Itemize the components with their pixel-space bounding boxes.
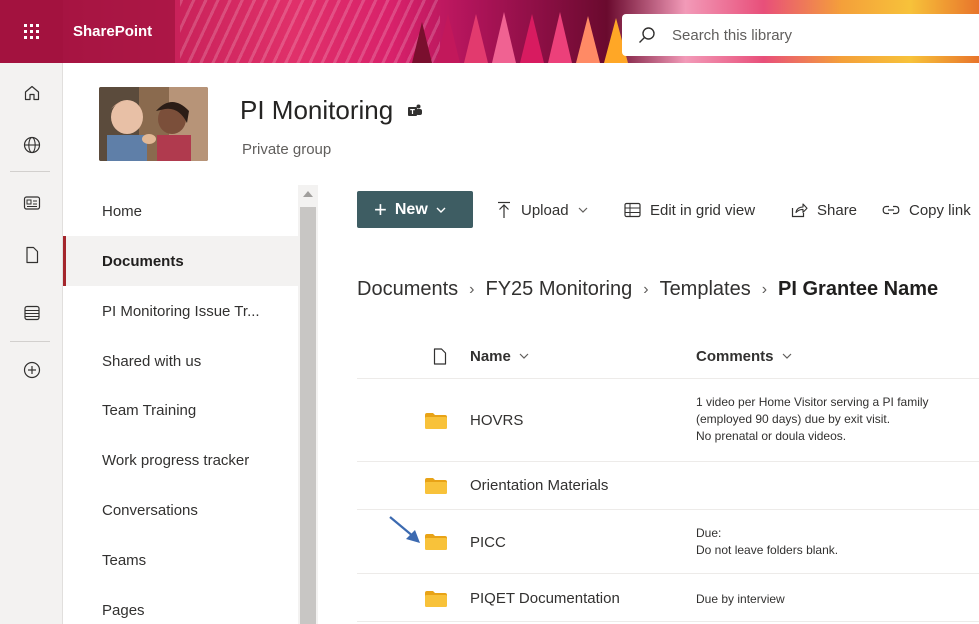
list-icon — [23, 305, 40, 321]
chevron-right-icon: › — [469, 280, 475, 298]
globe-icon — [23, 136, 40, 154]
upload-button[interactable]: Upload — [496, 191, 588, 229]
new-button[interactable]: + New — [357, 191, 473, 228]
nav-scrollbar[interactable] — [298, 185, 318, 624]
chevron-right-icon: › — [761, 280, 768, 298]
breadcrumb-item[interactable]: FY25 Monitoring — [485, 278, 632, 301]
file-comment: Due by interview — [696, 591, 976, 608]
create-button[interactable] — [0, 350, 63, 390]
app-brand-link[interactable]: SharePoint — [63, 0, 175, 63]
folder-icon[interactable] — [425, 413, 447, 429]
search-box[interactable]: Search this library — [622, 14, 979, 56]
left-navigation: Home Documents PI Monitoring Issue Tr...… — [63, 185, 298, 624]
file-type-column-header[interactable] — [425, 333, 447, 379]
breadcrumb-item[interactable]: Templates — [660, 278, 751, 301]
file-name[interactable]: PICC — [470, 534, 506, 551]
waffle-icon — [24, 24, 39, 39]
folder-icon[interactable] — [425, 534, 447, 550]
file-comment: 1 video per Home Visitor serving a PI fa… — [696, 394, 976, 445]
sites-button[interactable] — [0, 125, 63, 165]
nav-item-work-progress-tracker[interactable]: Work progress tracker — [63, 435, 298, 485]
app-bar — [0, 63, 63, 624]
comments-column-label: Comments — [696, 347, 774, 365]
comments-column-header[interactable]: Comments — [696, 333, 792, 379]
site-title[interactable]: PI Monitoring — [240, 95, 423, 126]
table-row[interactable]: PIQET Documentation Due by interview — [357, 574, 979, 622]
folder-icon[interactable] — [425, 591, 447, 607]
site-logo-image — [99, 87, 208, 161]
site-subtitle: Private group — [242, 141, 332, 158]
app-launcher-button[interactable] — [0, 0, 63, 63]
breadcrumb-current: PI Grantee Name — [778, 278, 939, 300]
comment-line: Do not leave folders blank. — [696, 543, 839, 557]
appbar-divider — [10, 171, 50, 172]
nav-item-issue-tracker[interactable]: PI Monitoring Issue Tr... — [63, 286, 298, 336]
crayon-banner-image — [412, 12, 628, 63]
name-column-label: Name — [470, 347, 511, 365]
copy-link-label: Copy link — [909, 201, 971, 219]
table-row[interactable]: Orientation Materials — [357, 462, 979, 510]
table-row[interactable]: PICC Due: Do not leave folders blank. — [357, 510, 979, 574]
chevron-down-icon — [519, 353, 529, 359]
file-name[interactable]: PIQET Documentation — [470, 590, 620, 607]
home-icon — [24, 85, 39, 101]
teams-icon[interactable] — [407, 103, 423, 119]
upload-icon — [498, 201, 510, 218]
nav-item-conversations[interactable]: Conversations — [63, 485, 298, 535]
share-icon — [791, 203, 808, 218]
grid-icon — [624, 202, 641, 218]
news-icon — [23, 196, 40, 210]
file-type-icon — [433, 347, 447, 365]
upload-label: Upload — [521, 201, 569, 219]
chevron-down-icon — [782, 353, 791, 359]
chevron-down-icon — [578, 207, 587, 213]
file-comment: Due: Do not leave folders blank. — [696, 525, 976, 559]
nav-item-teams[interactable]: Teams — [63, 535, 298, 585]
file-name[interactable]: Orientation Materials — [470, 477, 608, 494]
table-row[interactable]: HOVRS 1 video per Home Visitor serving a… — [357, 379, 979, 462]
search-placeholder: Search this library — [672, 26, 793, 44]
link-icon — [882, 205, 900, 215]
comment-line: (employed 90 days) due by exit visit. — [696, 412, 891, 426]
chevron-right-icon: › — [643, 280, 649, 298]
appbar-divider — [10, 341, 50, 342]
scrollbar-thumb[interactable] — [300, 207, 316, 624]
nav-item-shared-with-us[interactable]: Shared with us — [63, 336, 298, 386]
site-title-text: PI Monitoring — [240, 95, 394, 125]
add-icon — [23, 361, 40, 379]
nav-item-home[interactable]: Home — [63, 186, 298, 236]
news-button[interactable] — [0, 183, 63, 223]
header-banner-pattern — [180, 0, 440, 63]
comment-line: 1 video per Home Visitor serving a PI fa… — [696, 395, 929, 409]
nav-item-documents[interactable]: Documents — [63, 236, 298, 286]
annotation-arrow-icon — [389, 516, 420, 543]
share-label: Share — [817, 201, 858, 219]
edit-in-grid-view-label: Edit in grid view — [650, 201, 756, 219]
file-icon — [25, 246, 38, 264]
breadcrumb: Documents › FY25 Monitoring › Templates … — [357, 278, 938, 301]
copy-link-button[interactable]: Copy link — [882, 191, 971, 229]
nav-item-pages[interactable]: Pages — [63, 585, 298, 624]
plus-icon: + — [374, 196, 387, 222]
list-header-row: Name Comments — [357, 333, 979, 379]
breadcrumb-item[interactable]: Documents — [357, 278, 458, 301]
lists-button[interactable] — [0, 293, 63, 333]
nav-item-team-training[interactable]: Team Training — [63, 385, 298, 435]
comment-line: Due by interview — [696, 592, 785, 606]
home-button[interactable] — [0, 73, 63, 113]
folder-icon[interactable] — [425, 478, 447, 494]
share-button[interactable]: Share — [791, 191, 857, 229]
comment-line: No prenatal or doula videos. — [696, 429, 847, 443]
name-column-header[interactable]: Name — [470, 333, 529, 379]
scroll-up-arrow-icon[interactable] — [303, 191, 313, 197]
comment-line: Due: — [696, 526, 722, 540]
search-icon — [639, 27, 655, 43]
suite-bar: SharePoint Search this library — [0, 0, 979, 63]
files-button[interactable] — [0, 235, 63, 275]
file-name[interactable]: HOVRS — [470, 412, 523, 429]
new-button-label: New — [394, 200, 428, 218]
chevron-down-icon — [436, 207, 446, 213]
edit-in-grid-view-button[interactable]: Edit in grid view — [624, 191, 755, 229]
